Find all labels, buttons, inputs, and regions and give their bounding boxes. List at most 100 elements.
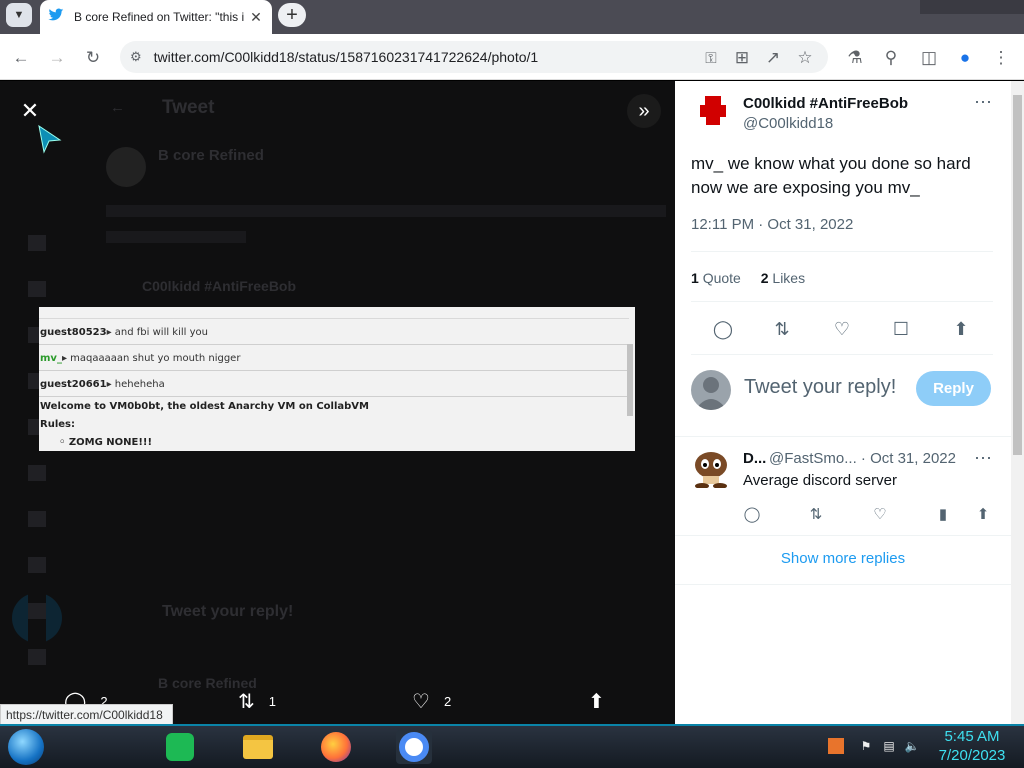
- chat-welcome: Welcome to VM0b0bt, the oldest Anarchy V…: [40, 401, 369, 412]
- viewer-like-button[interactable]: ♡ 2: [412, 688, 451, 714]
- chat-line: mv_▸ maqaaaaan shut yo mouth nigger: [39, 345, 629, 371]
- reply-author-avatar[interactable]: [691, 448, 731, 489]
- background-header-title: Tweet: [162, 97, 215, 118]
- reply-input[interactable]: Tweet your reply!: [744, 376, 896, 399]
- like-heart-icon[interactable]: ♡: [828, 316, 856, 342]
- back-arrow-icon: ←: [110, 99, 125, 116]
- bookmark-star-icon[interactable]: ☆: [792, 45, 818, 71]
- tab-search-button[interactable]: ▼: [6, 3, 32, 27]
- reply-author-name[interactable]: D...: [743, 450, 766, 467]
- background-author: B core Refined: [158, 147, 264, 164]
- reload-button[interactable]: ↻: [80, 45, 106, 71]
- network-icon[interactable]: ▤: [881, 738, 897, 754]
- likes-stat[interactable]: 2 Likes: [761, 270, 805, 286]
- install-app-icon[interactable]: ⊞: [729, 45, 755, 71]
- reply-icon[interactable]: ◯: [709, 316, 737, 342]
- viewer-share-button[interactable]: ⬆: [588, 688, 619, 714]
- start-button[interactable]: [8, 729, 44, 765]
- photo-scrollbar: [627, 344, 633, 416]
- browser-tab[interactable]: B core Refined on Twitter: "this i ✕: [40, 0, 272, 34]
- back-button[interactable]: ←: [8, 45, 34, 71]
- clock-date: 7/20/2023: [938, 747, 1006, 764]
- background-text-line: [106, 205, 666, 217]
- chrome-icon[interactable]: [396, 730, 432, 764]
- background-quoted-author: C00lkidd #AntiFreeBob: [142, 278, 297, 294]
- quote-stat[interactable]: 1 Quote: [691, 270, 741, 286]
- divider: [675, 535, 1011, 536]
- tab-title: B core Refined on Twitter: "this i: [74, 10, 245, 24]
- background-reply-placeholder: Tweet your reply!: [162, 603, 294, 620]
- forward-button[interactable]: →: [44, 45, 70, 71]
- divider: [691, 301, 993, 302]
- url-text[interactable]: twitter.com/C00lkidd18/status/1587160231…: [154, 49, 539, 65]
- toggle-sidebar-button[interactable]: »: [627, 94, 661, 128]
- chat-line-partial: [39, 307, 629, 319]
- viewer-retweet-button[interactable]: ⇅ 1: [238, 688, 276, 714]
- retweet-icon: ⇅: [238, 690, 255, 713]
- labs-flask-icon[interactable]: ⚗: [842, 45, 868, 71]
- bookmark-icon[interactable]: ☐: [887, 316, 915, 342]
- author-name[interactable]: C00lkidd #AntiFreeBob: [743, 95, 908, 112]
- chat-rules-label: Rules:: [40, 419, 75, 430]
- tweet-photo[interactable]: guest80523▸ and fbi will kill you mv_▸ m…: [39, 307, 635, 451]
- file-explorer-icon[interactable]: [240, 730, 276, 764]
- plus-icon: +: [286, 3, 298, 26]
- twitter-bird-icon: [48, 8, 64, 27]
- chevron-down-icon: ▼: [13, 9, 25, 21]
- reply-handle-date[interactable]: @FastSmo... · Oct 31, 2022: [769, 450, 956, 467]
- spotify-app-icon[interactable]: [162, 730, 198, 764]
- tray-flag-icon[interactable]: ⚑: [858, 738, 874, 754]
- background-avatar: [106, 147, 146, 187]
- scrollbar-thumb[interactable]: [1013, 95, 1022, 455]
- author-handle[interactable]: @C00lkidd18: [743, 115, 833, 132]
- heart-icon: ♡: [412, 690, 430, 713]
- taskbar-clock[interactable]: 5:45 AM 7/20/2023: [932, 727, 1012, 765]
- profile-avatar-icon[interactable]: ●: [952, 45, 978, 71]
- tweet-timestamp[interactable]: 12:11 PM · Oct 31, 2022: [691, 216, 853, 233]
- close-tab-icon[interactable]: ✕: [248, 9, 264, 25]
- link-status-bubble: https://twitter.com/C00lkidd18: [0, 704, 173, 726]
- author-avatar[interactable]: [697, 94, 729, 126]
- close-viewer-button[interactable]: ✕: [14, 95, 46, 127]
- divider: [691, 251, 993, 252]
- new-tab-button[interactable]: +: [278, 3, 306, 27]
- tweet-text: mv_ we know what you done so hard now we…: [691, 154, 971, 197]
- reload-icon: ↻: [85, 48, 101, 67]
- site-info-icon[interactable]: ⚙: [130, 49, 142, 65]
- reply-reply-icon[interactable]: ◯: [740, 504, 764, 524]
- share-icon[interactable]: ⬆: [947, 316, 975, 342]
- user-avatar[interactable]: [691, 370, 731, 410]
- tweet-stats: 1 Quote 2 Likes: [691, 270, 805, 286]
- background-text-line: [106, 231, 246, 243]
- reply-like-icon[interactable]: ♡: [868, 504, 892, 524]
- retweet-icon[interactable]: ⇅: [768, 316, 796, 342]
- arrow-right-icon: →: [48, 48, 66, 67]
- reply-more-options-icon[interactable]: ⋯: [974, 448, 993, 469]
- reply-retweet-icon[interactable]: ⇅: [804, 504, 828, 524]
- reply-analytics-icon[interactable]: ▮: [931, 504, 955, 524]
- divider: [675, 584, 1011, 585]
- reply-button[interactable]: Reply: [916, 371, 991, 406]
- window-controls: [920, 0, 1024, 14]
- divider: [675, 436, 1011, 437]
- share-icon[interactable]: ↗: [760, 45, 786, 71]
- firefox-icon[interactable]: [318, 730, 354, 764]
- arrow-left-icon: ←: [12, 48, 30, 67]
- side-panel-icon[interactable]: ◫: [916, 45, 942, 71]
- key-icon[interactable]: ⚿: [698, 45, 724, 71]
- reply-text: Average discord server: [743, 472, 897, 489]
- more-options-icon[interactable]: ⋯: [974, 92, 993, 113]
- mouse-cursor-icon: [36, 124, 62, 154]
- chat-line: guest20661▸ heheheha: [39, 371, 629, 397]
- divider: [691, 354, 993, 355]
- search-icon[interactable]: ⚲: [878, 45, 904, 71]
- tray-app-icon[interactable]: [828, 738, 844, 754]
- clock-time: 5:45 AM: [944, 728, 1000, 745]
- close-icon: ✕: [20, 98, 40, 123]
- reply-share-icon[interactable]: ⬆: [971, 504, 995, 524]
- volume-icon[interactable]: 🔈: [904, 738, 920, 754]
- chat-line: guest80523▸ and fbi will kill you: [39, 319, 629, 345]
- menu-kebab-icon[interactable]: ⋮: [988, 45, 1014, 71]
- show-more-replies-link[interactable]: Show more replies: [675, 550, 1011, 567]
- chat-rule-item: ◦ ZOMG NONE!!!: [59, 437, 153, 448]
